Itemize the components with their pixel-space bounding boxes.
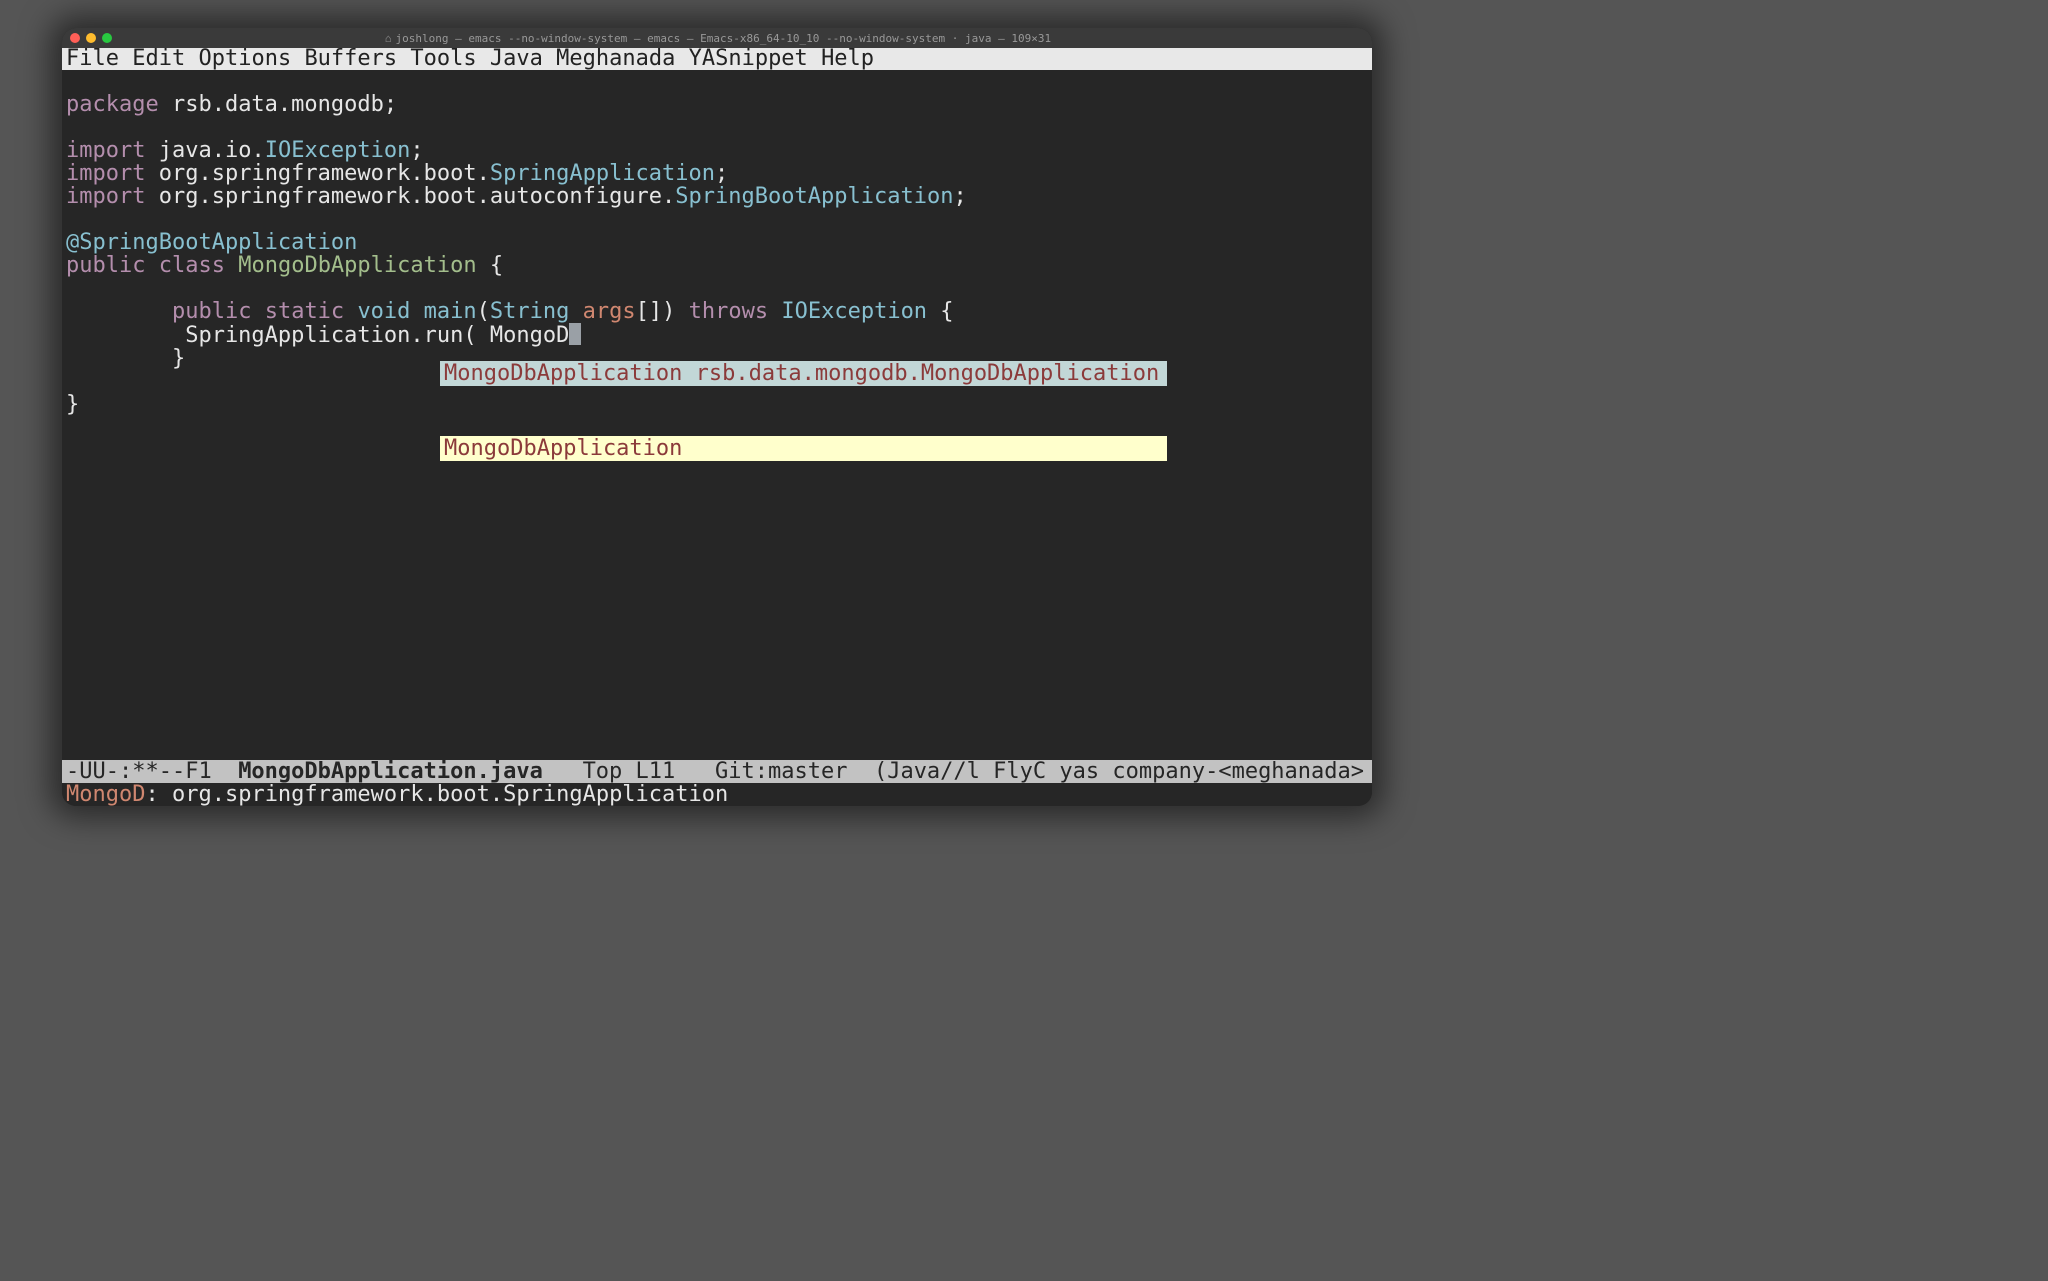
- kw-import-3: import: [66, 184, 145, 209]
- completion-label-1: MongoDbApplication: [444, 436, 682, 461]
- menu-java[interactable]: Java: [490, 46, 543, 71]
- menu-options[interactable]: Options: [198, 46, 291, 71]
- imp1-c: ;: [410, 138, 423, 163]
- menu-edit[interactable]: Edit: [132, 46, 185, 71]
- kw-import-2: import: [66, 161, 145, 186]
- annotation: @SpringBootApplication: [66, 230, 357, 255]
- kw-import-1: import: [66, 138, 145, 163]
- minimize-icon[interactable]: [86, 33, 96, 43]
- class-name: MongoDbApplication: [238, 253, 476, 278]
- completion-item-1[interactable]: MongoDbApplication: [440, 436, 1167, 461]
- completion-annotation-0: rsb.data.mongodb.MongoDbApplication: [682, 361, 1159, 386]
- kw-psv-void: void: [357, 299, 410, 324]
- kw-class: class: [159, 253, 225, 278]
- minibuffer[interactable]: MongoD: org.springframework.boot.SpringA…: [62, 783, 1372, 806]
- mode-line: -UU-:**--F1 MongoDbApplication.java Top …: [62, 760, 1372, 783]
- zoom-icon[interactable]: [102, 33, 112, 43]
- inner-close-brace: }: [66, 346, 185, 371]
- imp3-a: org.springframework.boot.autoconfigure.: [145, 184, 675, 209]
- minibuffer-rest: : org.springframework.boot.SpringApplica…: [145, 782, 728, 806]
- pkg-path: rsb.data.mongodb;: [159, 92, 397, 117]
- imp1-b: IOException: [265, 138, 411, 163]
- open-brace: {: [477, 253, 504, 278]
- menu-tools[interactable]: Tools: [410, 46, 476, 71]
- completion-popup[interactable]: MongoDbApplication rsb.data.mongodb.Mong…: [440, 311, 1167, 511]
- menu-bar[interactable]: File Edit Options Buffers Tools Java Meg…: [62, 48, 1372, 70]
- outer-close-brace: }: [66, 392, 79, 417]
- imp1-a: java.io.: [145, 138, 264, 163]
- imp3-b: SpringBootApplication: [675, 184, 953, 209]
- kw-package: package: [66, 92, 159, 117]
- kw-psv-static: static: [265, 299, 344, 324]
- terminal-window: ⌂joshlong — emacs --no-window-system — e…: [62, 28, 1372, 806]
- window-title: ⌂joshlong — emacs --no-window-system — e…: [112, 32, 1324, 45]
- completion-label-0: MongoDbApplication: [444, 361, 682, 386]
- kw-public: public: [66, 253, 145, 278]
- menu-help[interactable]: Help: [821, 46, 874, 71]
- modeline-mid: Top L11 Git:master (Java//l FlyC yas com…: [543, 759, 1372, 784]
- buffer-name: MongoDbApplication.java: [238, 759, 543, 784]
- kw-psv-public: public: [172, 299, 251, 324]
- minibuffer-prefix: MongoD: [66, 782, 145, 806]
- menu-buffers[interactable]: Buffers: [304, 46, 397, 71]
- modeline-left: -UU-:**--F1: [66, 759, 238, 784]
- titlebar: ⌂joshlong — emacs --no-window-system — e…: [62, 28, 1372, 48]
- menu-meghanada[interactable]: Meghanada: [556, 46, 675, 71]
- close-icon[interactable]: [70, 33, 80, 43]
- window-controls: [70, 33, 112, 43]
- menu-file[interactable]: File: [66, 46, 119, 71]
- window-title-text: joshlong — emacs --no-window-system — em…: [395, 32, 1051, 45]
- imp2-b: SpringApplication: [490, 161, 715, 186]
- imp2-c: ;: [715, 161, 728, 186]
- editor-area[interactable]: package rsb.data.mongodb; import java.io…: [62, 70, 1372, 462]
- home-icon: ⌂: [385, 32, 392, 45]
- completion-item-0[interactable]: MongoDbApplication rsb.data.mongodb.Mong…: [440, 361, 1167, 386]
- menu-yasnippet[interactable]: YASnippet: [689, 46, 808, 71]
- imp3-c: ;: [953, 184, 966, 209]
- imp2-a: org.springframework.boot.: [145, 161, 489, 186]
